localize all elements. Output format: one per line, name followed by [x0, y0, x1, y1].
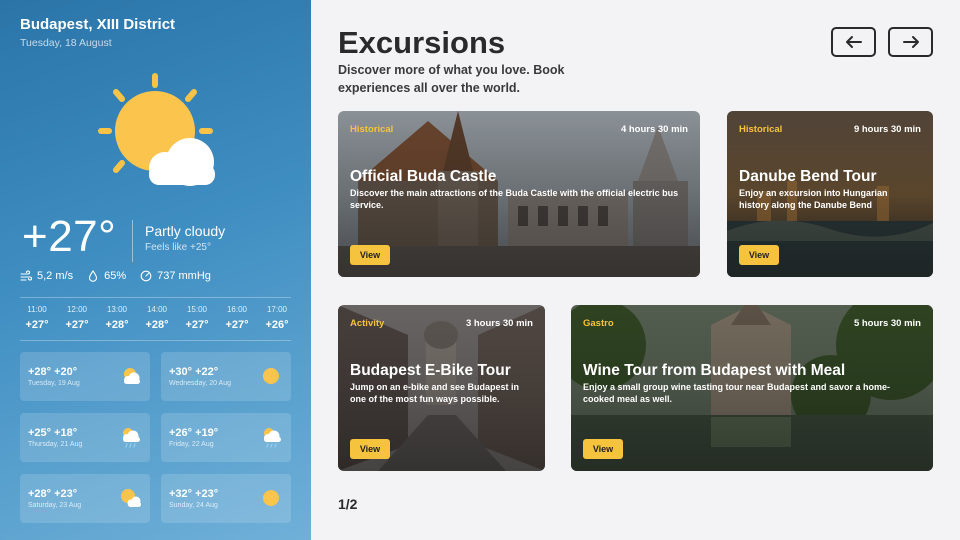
divider [20, 340, 291, 341]
hour-time: 16:00 [226, 305, 248, 314]
page-subtitle: Discover more of what you love. Book exp… [338, 63, 565, 95]
arrow-right-icon [902, 36, 919, 48]
card-category: Gastro [583, 318, 614, 329]
wind-icon [20, 270, 32, 281]
day-date: Tuesday, 19 Aug [28, 380, 80, 387]
hourly-item: 17:00 +26° [260, 305, 294, 331]
divider [132, 220, 133, 262]
hourly-item: 16:00 +27° [220, 305, 254, 331]
view-button[interactable]: View [350, 439, 390, 459]
day-forecast-card[interactable]: +25° +18° Thursday, 21 Aug [20, 413, 150, 462]
arrow-left-icon [845, 36, 862, 48]
hour-time: 17:00 [266, 305, 288, 314]
day-forecast-card[interactable]: +30° +22° Wednesday, 20 Aug [161, 352, 291, 401]
day-temps: +26° +19° [169, 427, 219, 439]
rain-icon [123, 428, 140, 448]
feels-like-text: Feels like +25° [145, 242, 211, 253]
hour-temp: +27° [185, 319, 209, 331]
day-forecast-card[interactable]: +28° +23° Saturday, 23 Aug [20, 474, 150, 523]
card-title: Official Buda Castle [350, 168, 497, 185]
card-description: Enjoy a small group wine tasting tour ne… [583, 382, 891, 404]
day-temps: +28° +23° [28, 488, 78, 500]
hour-time: 14:00 [146, 305, 168, 314]
day-date: Saturday, 23 Aug [28, 502, 82, 509]
day-forecast-card[interactable]: +32° +23° Sunday, 24 Aug [161, 474, 291, 523]
page-indicator: 1/2 [338, 496, 358, 512]
partly-cloudy-icon [98, 73, 215, 186]
daily-forecast: +28° +20° Tuesday, 19 Aug +30° +22° Wedn… [20, 352, 291, 523]
day-date: Thursday, 21 Aug [28, 441, 83, 448]
card-duration: 4 hours 30 min [620, 124, 688, 135]
hourly-item: 15:00 +27° [180, 305, 214, 331]
gauge-icon [140, 270, 152, 282]
card-category: Historical [739, 124, 783, 135]
partly-cloudy-icon [121, 489, 141, 507]
humidity-stat: 65% [87, 270, 126, 282]
hourly-item: 11:00 +27° [20, 305, 54, 331]
day-date: Sunday, 24 Aug [169, 502, 218, 509]
rain-icon [264, 428, 281, 448]
day-date: Friday, 22 Aug [169, 441, 214, 448]
divider [20, 297, 291, 298]
card-description: Discover the main attractions of the Bud… [350, 188, 679, 210]
hour-time: 13:00 [106, 305, 128, 314]
card-duration: 3 hours 30 min [465, 318, 533, 329]
hour-temp: +26° [265, 319, 289, 331]
wind-value: 5,2 m/s [37, 270, 74, 282]
wind-stat: 5,2 m/s [20, 270, 73, 282]
day-temps: +32° +23° [169, 488, 219, 500]
day-temps: +30° +22° [169, 366, 219, 378]
hour-temp: +27° [25, 319, 49, 331]
view-button[interactable]: View [583, 439, 623, 459]
card-category: Historical [350, 124, 394, 135]
card-description: Enjoy an excursion into Hungarian histor… [739, 188, 888, 210]
hourly-item: 14:00 +28° [140, 305, 174, 331]
hourly-item: 13:00 +28° [100, 305, 134, 331]
next-page-button[interactable] [888, 27, 933, 57]
humidity-value: 65% [104, 270, 127, 282]
day-temps: +28° +20° [28, 366, 78, 378]
card-title: Budapest E-Bike Tour [350, 362, 511, 379]
hour-time: 15:00 [186, 305, 208, 314]
day-date: Wednesday, 20 Aug [169, 380, 232, 387]
hour-temp: +27° [65, 319, 89, 331]
card-duration: 5 hours 30 min [853, 318, 921, 329]
excursion-card[interactable]: Historical 4 hours 30 min Official Buda … [338, 111, 700, 277]
location-title: Budapest, XIII District [20, 16, 176, 33]
excursion-card[interactable]: Gastro 5 hours 30 min Wine Tour from Bud… [571, 305, 933, 471]
excursion-card[interactable]: Historical 9 hours 30 min Danube Bend To… [727, 111, 933, 277]
droplet-icon [89, 270, 98, 282]
hourly-forecast: 11:00 +27° 12:00 +27° 13:00 +28° 14:00 +… [20, 305, 294, 331]
condition-text: Partly cloudy [145, 223, 226, 239]
partly-cloudy-icon [124, 368, 140, 384]
view-button[interactable]: View [350, 245, 390, 265]
card-category: Activity [350, 318, 385, 329]
day-forecast-card[interactable]: +26° +19° Friday, 22 Aug [161, 413, 291, 462]
card-description: Jump on an e-bike and see Budapest in on… [350, 382, 520, 404]
day-forecast-card[interactable]: +28° +20° Tuesday, 19 Aug [20, 352, 150, 401]
card-duration: 9 hours 30 min [853, 124, 921, 135]
card-title: Wine Tour from Budapest with Meal [583, 362, 846, 379]
hour-temp: +28° [145, 319, 169, 331]
day-temps: +25° +18° [28, 427, 78, 439]
prev-page-button[interactable] [831, 27, 876, 57]
hour-temp: +28° [105, 319, 129, 331]
current-date: Tuesday, 18 August [20, 37, 112, 49]
weather-stats: 5,2 m/s 65% 737 mmHg [20, 270, 211, 282]
hour-time: 11:00 [27, 305, 47, 314]
current-temperature: +27° [22, 212, 117, 261]
hour-time: 12:00 [66, 305, 88, 314]
hour-temp: +27° [225, 319, 249, 331]
pressure-stat: 737 mmHg [140, 270, 211, 282]
pressure-value: 737 mmHg [157, 270, 211, 282]
view-button[interactable]: View [739, 245, 779, 265]
sun-icon [263, 368, 279, 384]
excursion-card[interactable]: Activity 3 hours 30 min Budapest E-Bike … [338, 305, 545, 471]
weather-panel: Budapest, XIII District Tuesday, 18 Augu… [0, 0, 311, 540]
card-title: Danube Bend Tour [739, 168, 877, 185]
sun-icon [263, 490, 279, 506]
page-title: Excursions [338, 25, 506, 60]
hourly-item: 12:00 +27° [60, 305, 94, 331]
